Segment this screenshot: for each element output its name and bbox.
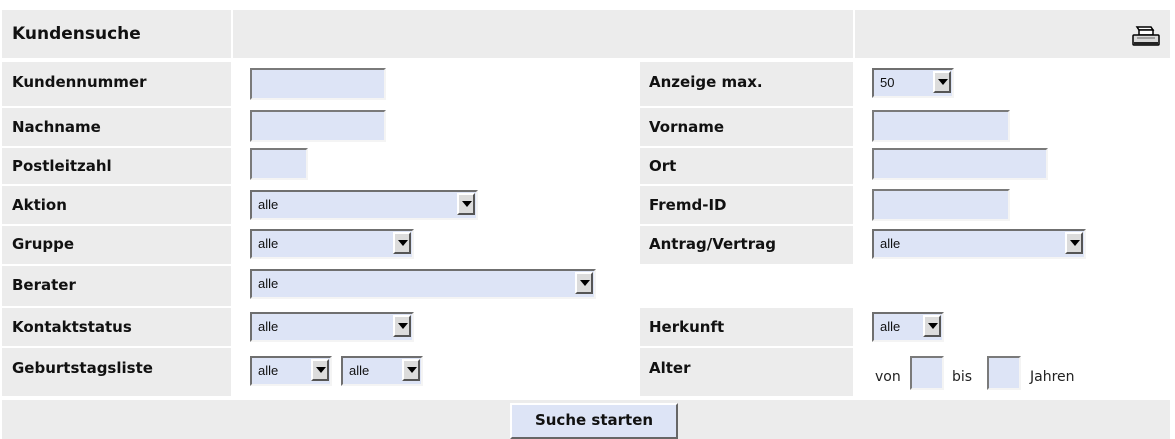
herkunft-value: alle [880, 319, 901, 334]
antrag-vertrag-value: alle [880, 236, 901, 251]
berater-value: alle [258, 276, 279, 291]
printer-icon[interactable] [1128, 24, 1162, 48]
label-herkunft: Herkunft [649, 318, 725, 336]
alter-bis-input[interactable] [987, 356, 1021, 390]
header-divider [853, 10, 855, 58]
label-kundennummer: Kundennummer [12, 73, 147, 91]
label-fremd-id: Fremd-ID [649, 196, 727, 214]
kundennummer-input[interactable] [250, 68, 386, 100]
nachname-input[interactable] [250, 110, 386, 142]
label-antrag-vertrag: Antrag/Vertrag [649, 235, 776, 253]
chevron-down-icon[interactable] [393, 232, 411, 254]
ort-input[interactable] [872, 148, 1048, 180]
alter-jahren-label: Jahren [1030, 369, 1075, 385]
alter-bis-label: bis [952, 369, 973, 385]
chevron-down-icon[interactable] [1065, 232, 1083, 254]
label-vorname: Vorname [649, 118, 725, 136]
label-nachname: Nachname [12, 118, 101, 136]
aktion-value: alle [258, 197, 279, 212]
aktion-select[interactable]: alle [250, 190, 478, 220]
header-bar [2, 10, 1170, 58]
page-title: Kundensuche [12, 24, 141, 44]
chevron-down-icon[interactable] [402, 359, 420, 381]
gruppe-value: alle [258, 236, 279, 251]
chevron-down-icon[interactable] [933, 71, 951, 93]
kontaktstatus-select[interactable]: alle [250, 312, 414, 342]
search-submit-button[interactable]: Suche starten [510, 403, 678, 439]
alter-von-input[interactable] [910, 356, 944, 390]
geburtstagsliste-month-value: alle [349, 363, 370, 378]
geburtstagsliste-day-select[interactable]: alle [250, 356, 332, 386]
alter-von-label: von [875, 369, 901, 385]
gruppe-select[interactable]: alle [250, 229, 414, 259]
label-gruppe: Gruppe [12, 235, 75, 253]
geburtstagsliste-day-value: alle [258, 363, 279, 378]
chevron-down-icon[interactable] [311, 359, 329, 381]
kontaktstatus-value: alle [258, 319, 279, 334]
header-divider [231, 10, 233, 58]
label-postleitzahl: Postleitzahl [12, 157, 112, 175]
label-ort: Ort [649, 157, 677, 175]
label-aktion: Aktion [12, 196, 67, 214]
berater-select[interactable]: alle [250, 269, 596, 299]
antrag-vertrag-select[interactable]: alle [872, 229, 1086, 259]
label-berater: Berater [12, 276, 76, 294]
chevron-down-icon[interactable] [575, 272, 593, 294]
chevron-down-icon[interactable] [457, 193, 475, 215]
fremd-id-input[interactable] [872, 189, 1010, 221]
label-kontaktstatus: Kontaktstatus [12, 318, 132, 336]
label-alter: Alter [649, 359, 691, 377]
postleitzahl-input[interactable] [250, 148, 308, 180]
label-geburtstagsliste: Geburtstagsliste [12, 359, 153, 377]
anzeige-max-select[interactable]: 50 [872, 68, 954, 98]
chevron-down-icon[interactable] [923, 315, 941, 337]
vorname-input[interactable] [872, 110, 1010, 142]
chevron-down-icon[interactable] [393, 315, 411, 337]
geburtstagsliste-month-select[interactable]: alle [341, 356, 423, 386]
anzeige-max-value: 50 [880, 75, 895, 90]
label-anzeige-max: Anzeige max. [649, 73, 763, 91]
herkunft-select[interactable]: alle [872, 312, 944, 342]
